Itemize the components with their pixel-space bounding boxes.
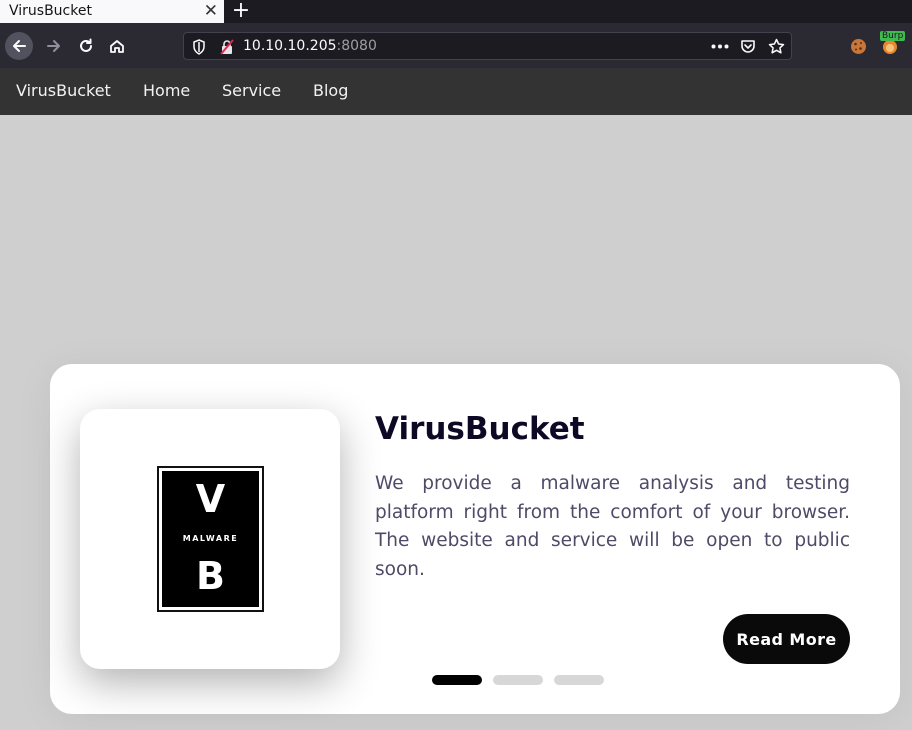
url-bar[interactable]: 10.10.10.205:8080 [183, 32, 792, 60]
logo-word: MALWARE [182, 534, 239, 543]
bookmark-star-icon[interactable] [768, 38, 785, 55]
browser-tab[interactable]: VirusBucket ✕ [0, 0, 224, 23]
burp-badge: Burp [880, 31, 906, 41]
back-button[interactable] [5, 32, 33, 60]
nav-link-home[interactable]: Home [143, 68, 190, 114]
reload-button[interactable] [72, 32, 100, 60]
tab-title: VirusBucket [9, 3, 92, 19]
insecure-lock-icon[interactable] [220, 39, 234, 55]
shield-icon[interactable] [192, 39, 206, 55]
browser-toolbar: 10.10.10.205:8080 Burp [0, 23, 912, 68]
pocket-icon[interactable] [740, 39, 756, 54]
card-title: VirusBucket [375, 411, 585, 447]
home-button[interactable] [103, 32, 131, 60]
card-description: We provide a malware analysis and testin… [375, 473, 850, 580]
slider-dot-2[interactable] [493, 675, 543, 685]
logo-letter-top: V [195, 477, 226, 521]
cookie-extension-icon[interactable] [850, 38, 867, 55]
logo-box: V MALWARE B [80, 409, 340, 669]
foxyproxy-icon[interactable] [882, 39, 898, 55]
nav-link-service[interactable]: Service [222, 68, 281, 114]
new-tab-button[interactable]: + [230, 0, 252, 23]
site-navbar: VirusBucket Home Service Blog [0, 68, 912, 115]
virusbucket-logo: V MALWARE B [157, 466, 264, 612]
tab-close-icon[interactable]: ✕ [204, 0, 218, 23]
browser-tab-strip: VirusBucket ✕ + [0, 0, 912, 23]
nav-link-blog[interactable]: Blog [313, 68, 348, 114]
read-more-button[interactable]: Read More [723, 614, 850, 664]
more-actions-icon[interactable] [711, 44, 729, 49]
arrow-right-icon [47, 40, 60, 52]
url-text[interactable]: 10.10.10.205:8080 [243, 33, 377, 59]
site-brand-link[interactable]: VirusBucket [16, 68, 111, 114]
reload-icon [80, 38, 92, 52]
hero-card: V MALWARE B VirusBucket We provide a mal… [50, 364, 900, 714]
url-host: 10.10.10.205 [243, 38, 337, 54]
forward-button[interactable] [40, 32, 68, 60]
slider-dot-1[interactable] [432, 675, 482, 685]
slider-dot-3[interactable] [554, 675, 604, 685]
url-port: :8080 [336, 38, 377, 54]
logo-letter-bottom: B [196, 554, 225, 598]
home-icon [110, 40, 124, 53]
arrow-left-icon [13, 40, 26, 52]
logo-inner: V MALWARE B [162, 471, 259, 607]
